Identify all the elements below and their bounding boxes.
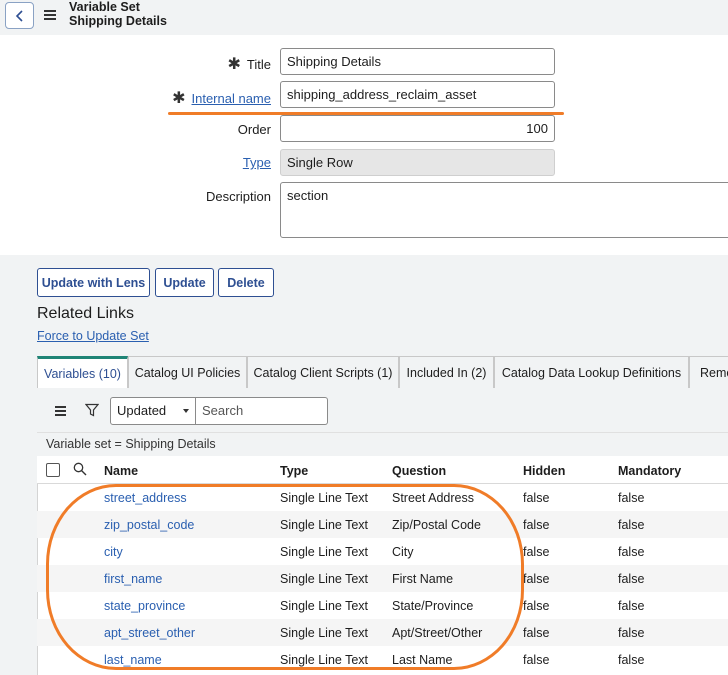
related-links-heading: Related Links — [37, 305, 134, 322]
chevron-left-icon — [15, 9, 23, 22]
select-all-checkbox[interactable] — [46, 463, 60, 477]
column-header-mandatory[interactable]: Mandatory — [618, 464, 681, 478]
required-asterisk-icon: ✱ — [227, 56, 241, 73]
filter-breadcrumb[interactable]: Variable set = Shipping Details — [37, 432, 728, 456]
cell-hidden: false — [523, 626, 550, 640]
title-label: ✱ Title — [227, 56, 271, 73]
column-header-type[interactable]: Type — [280, 464, 308, 478]
search-input[interactable]: Search — [196, 397, 328, 425]
delete-button[interactable]: Delete — [218, 268, 274, 297]
annotation-oval — [46, 484, 524, 670]
force-update-set-link[interactable]: Force to Update Set — [37, 329, 149, 343]
update-with-lens-button[interactable]: Update with Lens — [37, 268, 150, 297]
cell-hidden: false — [523, 572, 550, 586]
type-field: Single Row — [280, 149, 555, 176]
cell-mandatory: false — [618, 545, 645, 559]
required-asterisk-icon: ✱ — [172, 90, 186, 107]
order-label: Order — [237, 122, 271, 137]
cell-hidden: false — [523, 491, 550, 505]
cell-hidden: false — [523, 599, 550, 613]
tab-variables[interactable]: Variables (10) — [37, 356, 128, 388]
cell-mandatory: false — [618, 626, 645, 640]
order-field[interactable]: 100 — [280, 115, 555, 142]
internal-name-label: ✱ Internal name — [172, 88, 271, 108]
description-label: Description — [205, 189, 271, 204]
filter-icon[interactable] — [85, 403, 99, 417]
internal-name-link[interactable]: Internal name — [192, 91, 272, 106]
cell-mandatory: false — [618, 653, 645, 667]
cell-mandatory: false — [618, 599, 645, 613]
title-field[interactable]: Shipping Details — [280, 48, 555, 75]
internal-name-field[interactable]: shipping_address_reclaim_asset — [280, 81, 555, 108]
tab-included-in[interactable]: Included In (2) — [399, 356, 494, 388]
type-link[interactable]: Type — [243, 155, 271, 170]
chevron-down-icon — [183, 409, 189, 413]
search-icon[interactable] — [73, 462, 87, 476]
description-field[interactable]: section — [280, 182, 728, 238]
hamburger-menu-icon[interactable] — [44, 10, 56, 21]
tab-catalog-client-scripts[interactable]: Catalog Client Scripts (1) — [247, 356, 399, 388]
tab-remove-truncated[interactable]: Remo — [689, 356, 728, 388]
cell-hidden: false — [523, 518, 550, 532]
tab-catalog-ui-policies[interactable]: Catalog UI Policies — [128, 356, 247, 388]
list-menu-icon[interactable] — [55, 406, 66, 416]
back-button[interactable] — [5, 2, 34, 29]
record-name-title: Shipping Details — [69, 14, 167, 28]
form-header: Variable Set Shipping Details — [0, 0, 728, 35]
column-header-question[interactable]: Question — [392, 464, 446, 478]
type-label: Type — [243, 155, 271, 170]
cell-mandatory: false — [618, 572, 645, 586]
column-header-hidden[interactable]: Hidden — [523, 464, 565, 478]
cell-mandatory: false — [618, 518, 645, 532]
cell-mandatory: false — [618, 491, 645, 505]
cell-hidden: false — [523, 653, 550, 667]
column-header-name[interactable]: Name — [104, 464, 138, 478]
sort-field-select[interactable]: Updated — [110, 397, 196, 425]
record-type-title: Variable Set — [69, 0, 140, 14]
tab-catalog-data-lookup-definitions[interactable]: Catalog Data Lookup Definitions — [494, 356, 689, 388]
cell-hidden: false — [523, 545, 550, 559]
update-button[interactable]: Update — [155, 268, 214, 297]
